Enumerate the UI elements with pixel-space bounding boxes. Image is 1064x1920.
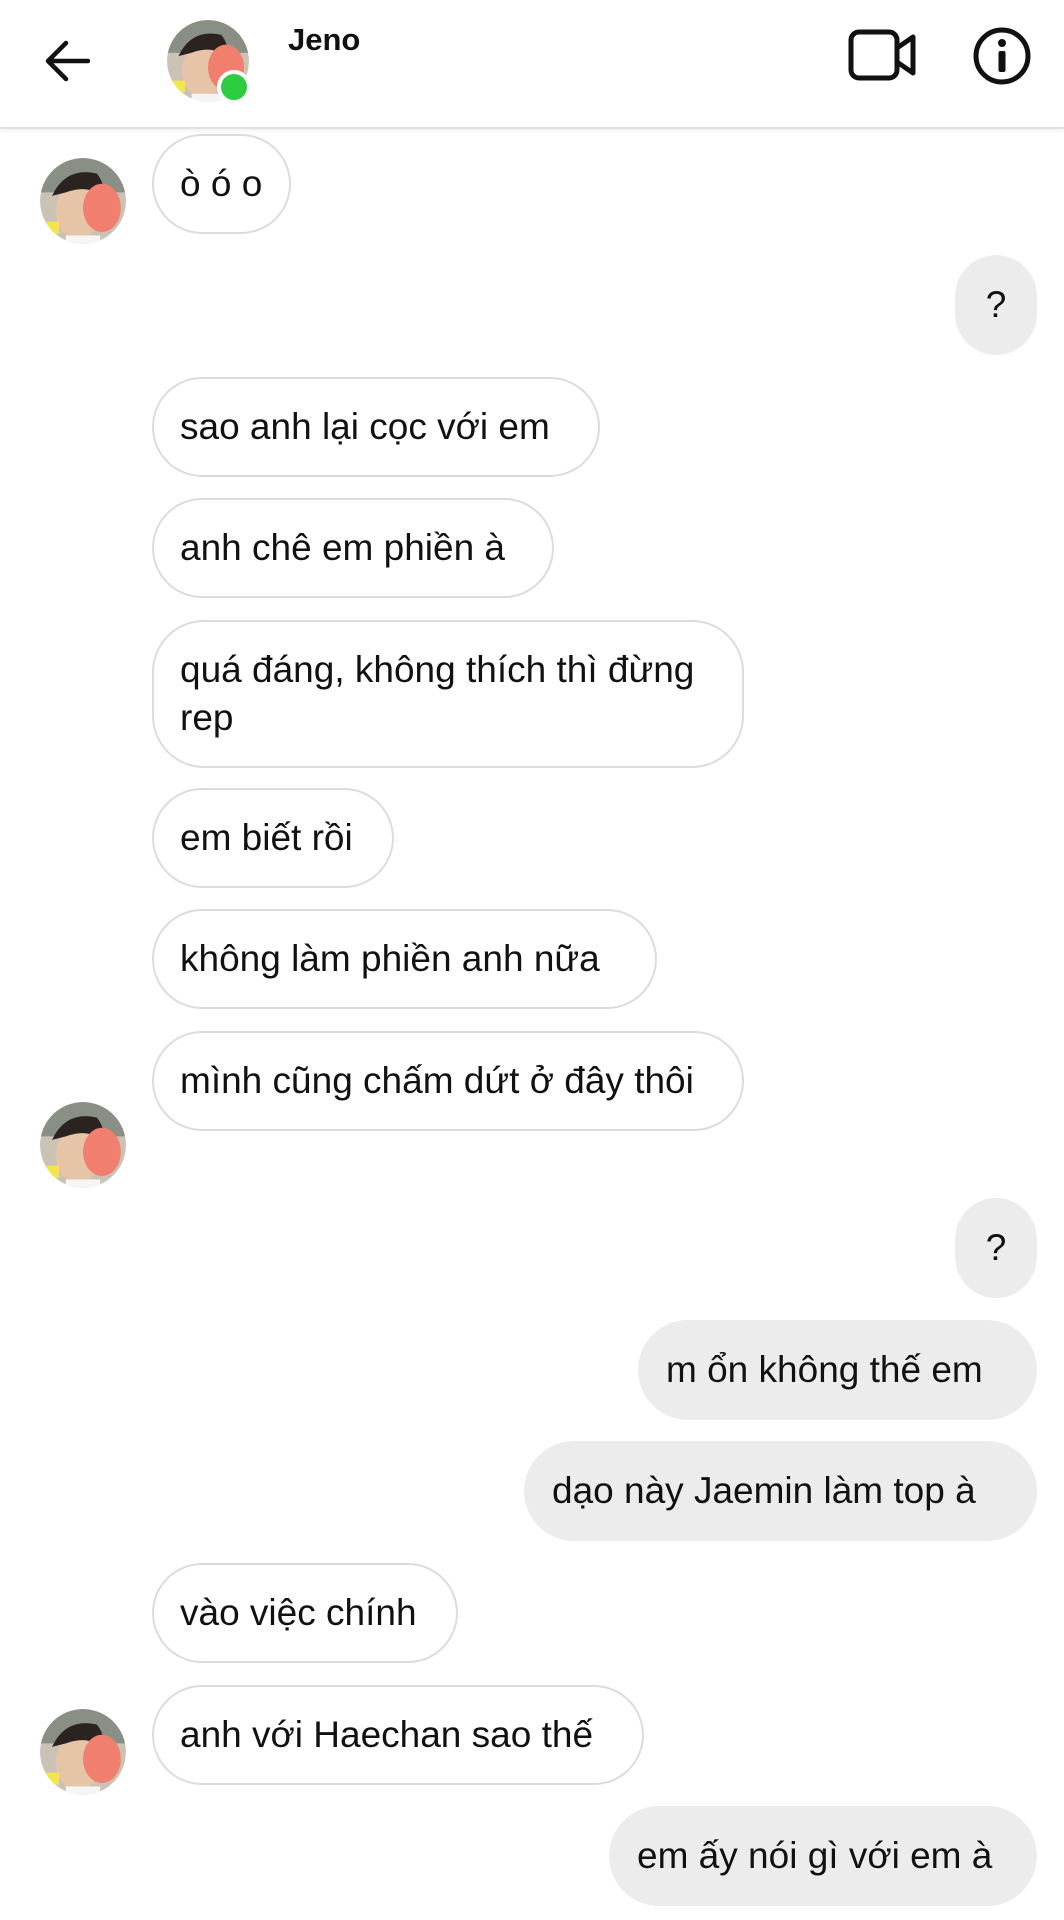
outgoing-message[interactable]: ? — [955, 255, 1037, 355]
contact-name[interactable]: Jeno — [288, 22, 360, 58]
avatar-image — [40, 1102, 126, 1188]
outgoing-message[interactable]: ? — [955, 1198, 1037, 1298]
outgoing-message[interactable]: m ổn không thế em — [638, 1320, 1037, 1420]
incoming-message[interactable]: ò ó o — [152, 134, 291, 234]
chat-header: Jeno — [0, 0, 1064, 129]
contact-avatar[interactable] — [167, 20, 251, 104]
outgoing-message[interactable]: em ấy nói gì với em à — [609, 1806, 1037, 1906]
incoming-message[interactable]: quá đáng, không thích thì đừng rep — [152, 620, 744, 768]
incoming-message[interactable]: anh chê em phiền à — [152, 498, 554, 598]
avatar-image — [40, 1709, 126, 1795]
video-call-button[interactable] — [848, 26, 918, 84]
message-avatar[interactable] — [40, 158, 126, 244]
incoming-message[interactable]: em biết rồi — [152, 788, 394, 888]
incoming-message[interactable]: anh với Haechan sao thế — [152, 1685, 644, 1785]
info-button[interactable] — [972, 26, 1032, 86]
arrow-left-icon — [45, 40, 90, 82]
incoming-message[interactable]: sao anh lại cọc với em — [152, 377, 600, 477]
online-status-dot — [217, 70, 251, 104]
back-button[interactable] — [36, 30, 98, 92]
outgoing-message[interactable]: dạo này Jaemin làm top à — [524, 1441, 1037, 1541]
incoming-message[interactable]: mình cũng chấm dứt ở đây thôi — [152, 1031, 744, 1131]
incoming-message[interactable]: không làm phiền anh nữa — [152, 909, 657, 1009]
info-icon — [973, 27, 1031, 85]
video-camera-icon — [848, 29, 916, 81]
message-avatar[interactable] — [40, 1102, 126, 1188]
message-avatar[interactable] — [40, 1709, 126, 1795]
incoming-message[interactable]: vào việc chính — [152, 1563, 458, 1663]
avatar-image — [40, 158, 126, 244]
